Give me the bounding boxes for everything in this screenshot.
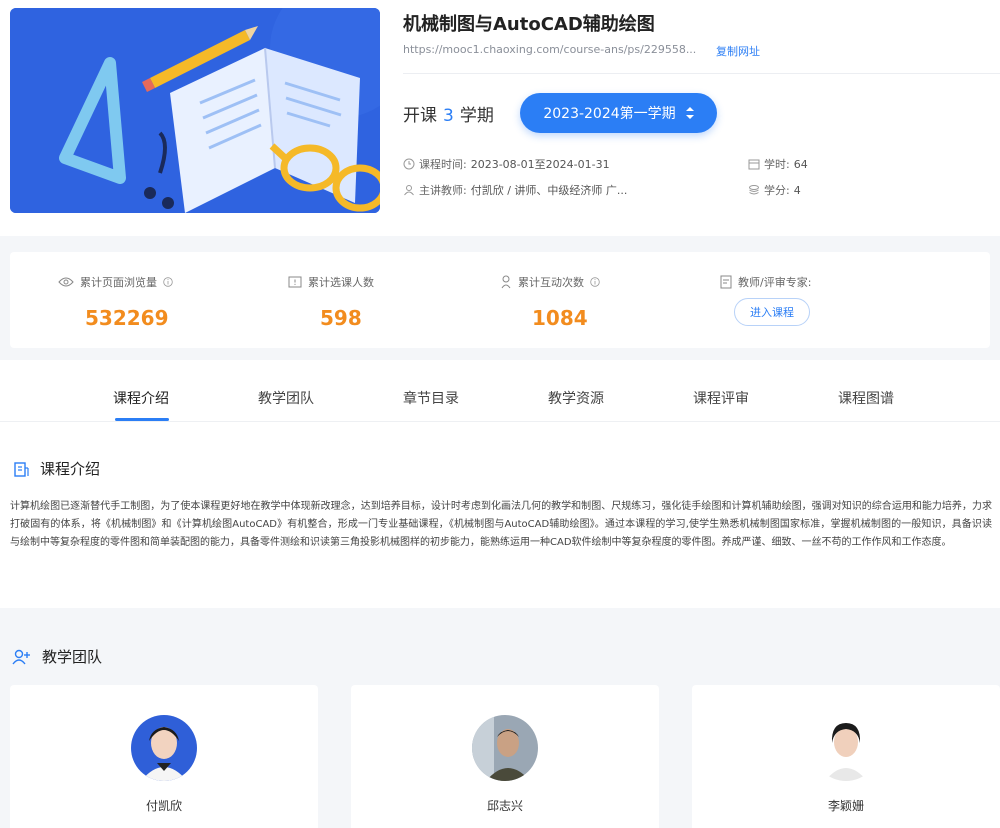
calendar-icon — [748, 159, 760, 170]
open-prefix: 开课 — [403, 106, 437, 126]
tab-resources[interactable]: 教学资源 — [548, 388, 604, 408]
open-semesters: 开课 3 学期 — [403, 101, 494, 126]
stack-icon — [749, 185, 759, 195]
avatar — [813, 715, 879, 781]
course-time-row: 课程时间: 2023-08-01至2024-01-31 — [403, 156, 610, 172]
member-name: 付凯欣 — [145, 799, 182, 813]
building-icon — [14, 461, 29, 477]
term-selector-button[interactable]: 2023-2024第一学期 — [520, 93, 717, 133]
tab-teaching-team[interactable]: 教学团队 — [258, 388, 314, 408]
stat-views-value: 532269 — [85, 306, 169, 330]
avatar — [131, 715, 197, 781]
time-value: 2023-08-01至2024-01-31 — [470, 158, 610, 171]
intro-heading: 课程介绍 — [40, 460, 101, 478]
eye-icon — [58, 277, 74, 287]
clock-icon — [403, 158, 415, 170]
user-icon — [404, 185, 414, 196]
hours-value: 64 — [793, 157, 808, 171]
teacher-label: 主讲教师: — [419, 184, 467, 197]
team-member-card[interactable]: 李颖姗 — [692, 685, 1000, 828]
stat-interact-label-row: 累计互动次数 — [500, 274, 600, 290]
tab-course-intro[interactable]: 课程介绍 — [113, 388, 169, 408]
header-divider — [403, 73, 1000, 74]
copy-url-link[interactable]: 复制网址 — [716, 43, 760, 59]
term-label: 2023-2024第一学期 — [543, 106, 676, 122]
enter-course-button[interactable]: 进入课程 — [734, 298, 810, 326]
info-icon[interactable] — [590, 277, 600, 287]
tab-knowledge-graph[interactable]: 课程图谱 — [838, 388, 894, 408]
touch-icon — [501, 275, 511, 289]
course-teacher-row: 主讲教师: 付凯欣 / 讲师、中级经济师 广... — [403, 182, 627, 198]
credit-label: 学分: — [764, 184, 790, 197]
tab-chapters[interactable]: 章节目录 — [403, 388, 459, 408]
stat-enroll-value: 598 — [320, 306, 362, 330]
stat-views-label: 累计页面浏览量 — [80, 276, 157, 289]
open-suffix: 学期 — [459, 106, 494, 126]
stat-expert-label-row: 教师/评审专家: — [720, 274, 811, 290]
stats-panel: 累计页面浏览量 532269 累计选课人数 598 累计互动次数 1084 教师… — [10, 252, 990, 348]
team-member-card[interactable]: 邱志兴 — [351, 685, 659, 828]
avatar — [472, 715, 538, 781]
tab-bar: 课程介绍 教学团队 章节目录 教学资源 课程评审 课程图谱 — [0, 360, 1000, 422]
credit-value: 4 — [793, 183, 801, 197]
course-hours-row: 学时: 64 — [748, 156, 808, 172]
info-icon[interactable] — [163, 277, 173, 287]
course-intro-text: 计算机绘图已逐渐替代手工制图，为了使本课程更好地在教学中体现新改理念，达到培养目… — [10, 501, 992, 548]
tab-review[interactable]: 课程评审 — [693, 388, 749, 408]
member-name: 李颖姗 — [827, 799, 864, 813]
notice-icon — [288, 276, 302, 288]
stat-expert-label: 教师/评审专家: — [738, 276, 812, 289]
course-url: https://mooc1.chaoxing.com/course-ans/ps… — [403, 43, 697, 56]
stat-views-label-row: 累计页面浏览量 — [58, 274, 173, 290]
course-credit-row: 学分: 4 — [748, 182, 801, 198]
course-cover-image — [10, 8, 380, 213]
intro-section-heading: 课程介绍 — [12, 458, 100, 479]
stat-interact-label: 累计互动次数 — [518, 276, 584, 289]
team-member-card[interactable]: 付凯欣 — [10, 685, 318, 828]
sort-caret-icon — [685, 107, 694, 119]
active-tab-indicator — [115, 418, 169, 421]
main-content: 课程介绍 教学团队 章节目录 教学资源 课程评审 课程图谱 课程介绍 计算机绘图… — [0, 360, 1000, 608]
course-header: 机械制图与AutoCAD辅助绘图 https://mooc1.chaoxing.… — [0, 0, 1000, 236]
document-icon — [720, 275, 732, 289]
stat-enroll-label-row: 累计选课人数 — [288, 274, 374, 290]
time-label: 课程时间: — [419, 158, 467, 171]
team-heading: 教学团队 — [42, 648, 103, 666]
hours-label: 学时: — [764, 158, 790, 171]
open-count: 3 — [443, 106, 454, 126]
stat-interact-value: 1084 — [532, 306, 588, 330]
team-section-heading: 教学团队 — [12, 646, 102, 667]
team-icon — [12, 649, 30, 664]
cover-illustration — [10, 8, 380, 213]
teacher-value: 付凯欣 / 讲师、中级经济师 广... — [470, 184, 628, 197]
course-title: 机械制图与AutoCAD辅助绘图 — [403, 14, 655, 35]
stat-enroll-label: 累计选课人数 — [308, 276, 374, 289]
member-name: 邱志兴 — [486, 799, 523, 813]
